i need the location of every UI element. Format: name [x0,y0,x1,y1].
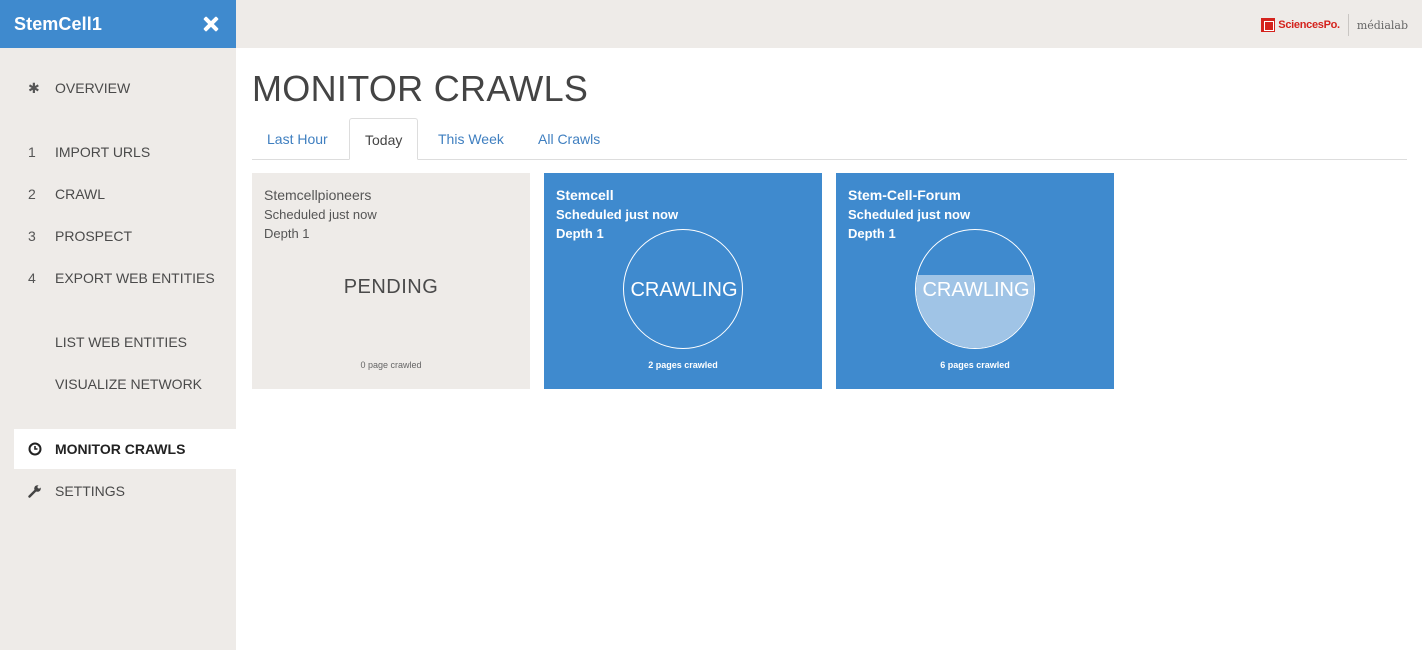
sidebar-item-visualize-network[interactable]: VISUALIZE NETWORK [14,364,236,404]
sidebar-item-label: OVERVIEW [55,80,131,96]
progress-circle: CRAWLING [915,229,1035,349]
crawl-scheduled: Scheduled just now [848,207,971,222]
tab-this-week[interactable]: This Week [423,118,519,160]
sidebar-item-label: VISUALIZE NETWORK [55,376,203,392]
pages-crawled: 0 page crawled [360,360,422,370]
sciencespo-logo[interactable]: SciencesPo. [1261,18,1340,32]
step-number: 3 [28,228,36,244]
asterisk-icon: ✱ [28,79,40,96]
tab-last-hour[interactable]: Last Hour [252,118,343,160]
crawl-card[interactable]: Stem-Cell-Forum Scheduled just now Depth… [836,173,1114,389]
step-number: 2 [28,186,36,202]
sidebar-item-label: CRAWL [55,186,106,202]
time-filter-tabs: Last Hour Today This Week All Crawls [252,118,1407,160]
step-number: 4 [28,270,36,286]
sidebar-item-prospect[interactable]: 3 PROSPECT [14,216,236,256]
sidebar-item-label: IMPORT URLS [55,144,151,160]
medialab-logo[interactable]: médialab [1357,19,1408,32]
partner-logos: SciencesPo. médialab [1261,14,1408,36]
sidebar-item-label: LIST WEB ENTITIES [55,334,187,350]
crawl-scheduled: Scheduled just now [556,207,679,222]
tab-all-crawls[interactable]: All Crawls [523,118,615,160]
progress-circle: CRAWLING [623,229,743,349]
sidebar-item-list-web-entities[interactable]: LIST WEB ENTITIES [14,322,236,362]
crawl-status: PENDING [343,276,439,298]
crawl-card[interactable]: Stemcell Scheduled just now Depth 1 CRAW… [544,173,822,389]
sidebar-item-monitor-crawls[interactable]: MONITOR CRAWLS [14,429,236,469]
sidebar-item-overview[interactable]: ✱ OVERVIEW [14,68,236,108]
pages-crawled: 2 pages crawled [648,360,718,370]
sidebar-item-label: EXPORT WEB ENTITIES [55,270,215,286]
crawl-name: Stemcell [556,187,614,203]
top-bar: SciencesPo. médialab [236,0,1422,48]
close-icon[interactable] [202,15,220,33]
crawl-status: CRAWLING [922,278,1030,301]
crawl-status: CRAWLING [630,278,738,301]
crawl-name: Stem-Cell-Forum [848,187,961,203]
sciencespo-icon [1261,18,1276,32]
sidebar-item-crawl[interactable]: 2 CRAWL [14,174,236,214]
app-title: StemCell1 [14,13,102,34]
crawl-depth: Depth 1 [264,226,310,241]
logo-divider [1347,14,1349,36]
page-title: MONITOR CRAWLS [252,68,589,109]
sidebar-item-label: PROSPECT [55,228,133,244]
tab-today[interactable]: Today [349,118,419,160]
wrench-icon [28,485,41,498]
step-number: 1 [28,144,36,160]
crawl-card[interactable]: Stemcellpioneers Scheduled just now Dept… [252,173,530,389]
crawl-name: Stemcellpioneers [264,187,372,203]
clock-icon [28,442,42,456]
sidebar-item-import-urls[interactable]: 1 IMPORT URLS [14,132,236,172]
pages-crawled: 6 pages crawled [940,360,1010,370]
sidebar-item-label: SETTINGS [55,483,126,499]
sidebar: StemCell1 ✱ OVERVIEW 1 IMPORT URLS 2 CRA… [0,0,236,650]
sidebar-item-export-web-entities[interactable]: 4 EXPORT WEB ENTITIES [14,258,236,298]
sidebar-item-settings[interactable]: SETTINGS [14,471,236,511]
app-header: StemCell1 [0,0,236,48]
sidebar-item-label: MONITOR CRAWLS [55,441,186,457]
crawl-scheduled: Scheduled just now [264,207,377,222]
